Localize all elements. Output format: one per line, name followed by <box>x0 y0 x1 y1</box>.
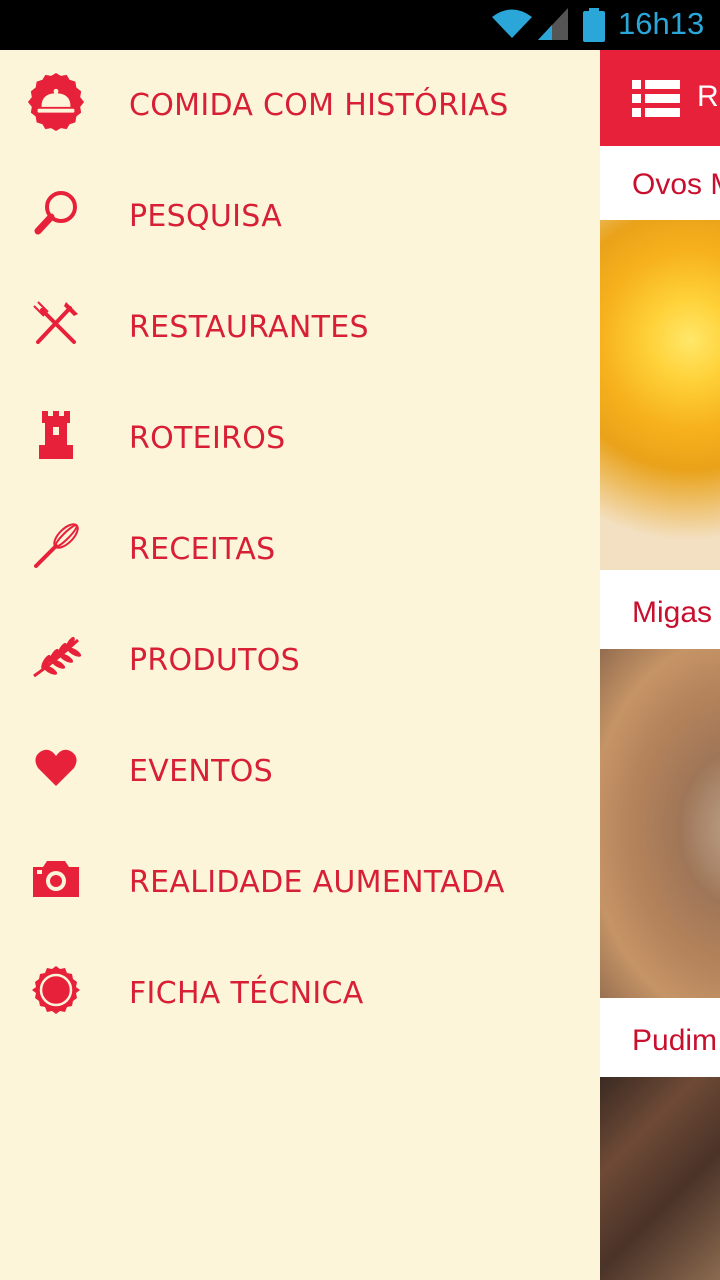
whisk-icon <box>26 516 86 576</box>
status-bar: 16h13 <box>0 0 720 50</box>
drawer-item-comida-com-historias[interactable]: COMIDA COM HISTÓRIAS <box>0 50 600 161</box>
tower-icon <box>26 405 86 465</box>
drawer-item-label: PRODUTOS <box>129 643 300 678</box>
drawer-item-label: RESTAURANTES <box>129 310 369 345</box>
drawer-item-produtos[interactable]: PRODUTOS <box>0 605 600 716</box>
app-bar: R <box>600 50 720 146</box>
background-screen[interactable]: R Ovos M Migas Pudim <box>600 50 720 1280</box>
search-icon <box>26 183 86 243</box>
drawer-item-eventos[interactable]: EVENTOS <box>0 716 600 827</box>
drawer-item-realidade-aumentada[interactable]: REALIDADE AUMENTADA <box>0 827 600 938</box>
drawer-item-ficha-tecnica[interactable]: FICHA TÉCNICA <box>0 938 600 1049</box>
drawer-item-label: EVENTOS <box>129 754 273 789</box>
card-title[interactable]: Pudim <box>632 1024 717 1058</box>
cloche-icon <box>26 72 86 132</box>
drawer-item-label: REALIDADE AUMENTADA <box>129 865 505 900</box>
card-image[interactable] <box>600 649 720 998</box>
card-image[interactable] <box>600 220 720 570</box>
camera-icon <box>26 849 86 909</box>
heart-icon <box>26 738 86 798</box>
wifi-icon <box>492 9 532 38</box>
drawer-item-label: FICHA TÉCNICA <box>129 976 364 1011</box>
card-title[interactable]: Migas <box>632 596 712 630</box>
drawer-item-roteiros[interactable]: ROTEIROS <box>0 383 600 494</box>
drawer-item-label: COMIDA COM HISTÓRIAS <box>129 88 509 123</box>
drawer-item-receitas[interactable]: RECEITAS <box>0 494 600 605</box>
clock-time: 16h13 <box>618 6 705 41</box>
battery-icon <box>583 8 605 42</box>
card-title[interactable]: Ovos M <box>632 168 720 202</box>
drawer-item-label: PESQUISA <box>129 199 283 234</box>
list-menu-icon[interactable] <box>632 78 680 118</box>
drawer-item-label: RECEITAS <box>129 532 276 567</box>
app-bar-title: R <box>697 80 719 113</box>
drawer-item-label: ROTEIROS <box>129 421 286 456</box>
badge-icon <box>26 960 86 1020</box>
fork-knife-icon <box>26 294 86 354</box>
navigation-drawer: COMIDA COM HISTÓRIAS PESQUISA RESTAURANT… <box>0 50 600 1280</box>
wheat-icon <box>26 627 86 687</box>
signal-icon <box>538 8 568 40</box>
card-image[interactable] <box>600 1077 720 1280</box>
drawer-item-pesquisa[interactable]: PESQUISA <box>0 161 600 272</box>
drawer-item-restaurantes[interactable]: RESTAURANTES <box>0 272 600 383</box>
